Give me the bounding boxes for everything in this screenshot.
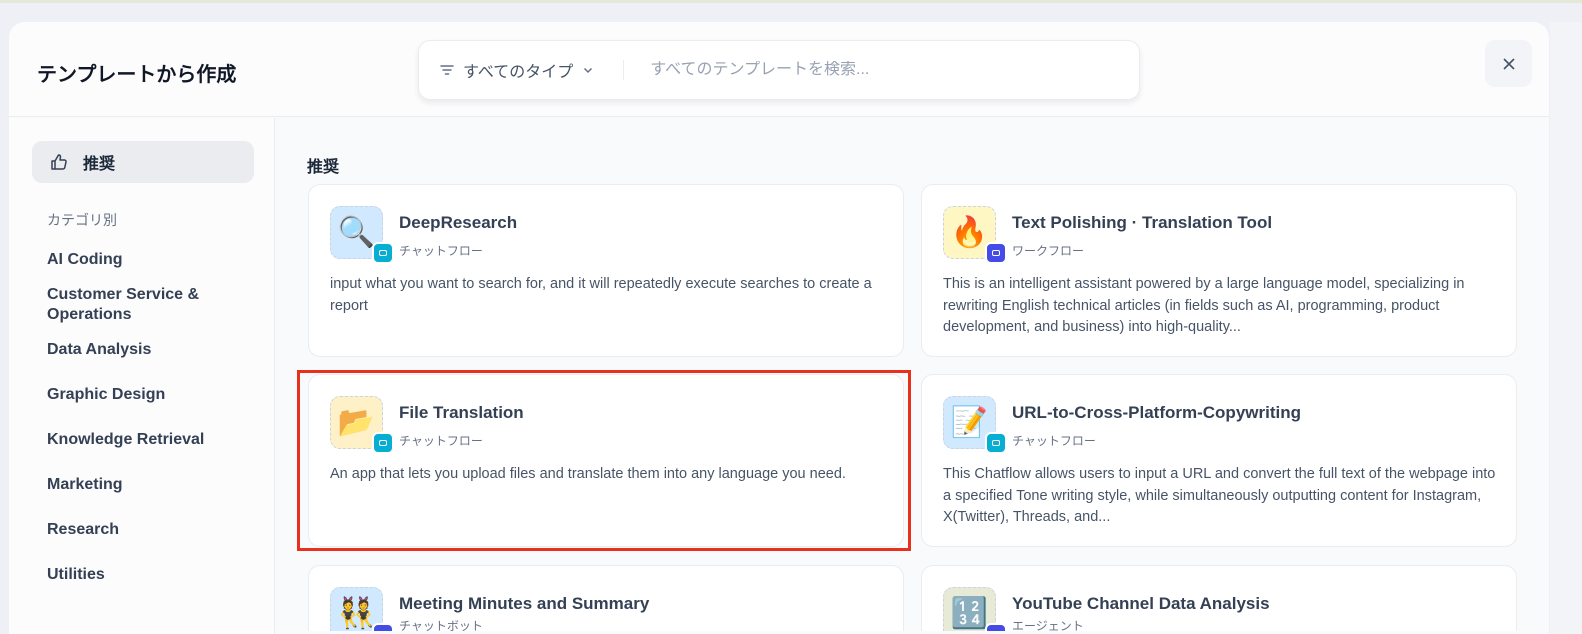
- app-type-badge-icon: [985, 623, 1007, 631]
- app-icon: 🔥: [943, 206, 1007, 264]
- create-from-template-modal: テンプレートから作成 すべてのタイプ 推奨 カテゴリ別 AI Coding Cu…: [9, 22, 1549, 634]
- app-emoji-icon: 🔢: [950, 597, 989, 630]
- sidebar-item-recommended[interactable]: 推奨: [32, 141, 254, 183]
- close-icon: [1502, 57, 1515, 70]
- app-icon: 📝: [943, 396, 1007, 454]
- app-emoji-icon: 🔥: [950, 216, 989, 249]
- template-name: Meeting Minutes and Summary: [399, 594, 650, 613]
- thumbs-up-icon: [51, 154, 67, 170]
- modal-header: テンプレートから作成 すべてのタイプ: [9, 22, 1549, 117]
- type-filter-label: すべてのタイプ: [463, 64, 574, 81]
- template-card[interactable]: 🔢 YouTube Channel Data Analysis エージェント: [921, 565, 1517, 631]
- app-icon: 🔢: [943, 587, 1007, 631]
- template-card[interactable]: 📝 URL-to-Cross-Platform-Copywriting チャット…: [921, 374, 1517, 547]
- scrollbar[interactable]: [1550, 22, 1582, 634]
- template-search-input[interactable]: [650, 61, 1139, 79]
- template-type: チャットフロー: [1012, 434, 1096, 448]
- sidebar-item-knowledge-retrieval[interactable]: Knowledge Retrieval: [47, 430, 247, 450]
- app-icon: 👯: [330, 587, 394, 631]
- close-button[interactable]: [1485, 40, 1532, 87]
- chevron-down-icon: [584, 67, 593, 74]
- template-description: input what you want to search for, and i…: [330, 276, 872, 314]
- sidebar-item-graphic-design[interactable]: Graphic Design: [47, 385, 247, 405]
- app-emoji-icon: 👯: [337, 597, 376, 630]
- filter-icon: [440, 65, 454, 75]
- template-list: 推奨 🔍 DeepResearch チャットフロー input what you …: [276, 118, 1549, 634]
- app-emoji-icon: 🔍: [337, 216, 376, 249]
- template-card[interactable]: 👯 Meeting Minutes and Summary チャットボット: [308, 565, 904, 631]
- app-type-badge-icon: [372, 432, 394, 454]
- app-type-badge-icon: [372, 623, 394, 631]
- template-description: This Chatflow allows users to input a UR…: [943, 466, 1496, 525]
- sidebar-item-utilities[interactable]: Utilities: [47, 565, 247, 585]
- template-type: エージェント: [1012, 619, 1084, 631]
- app-type-badge-icon: [372, 242, 394, 264]
- sidebar-item-research[interactable]: Research: [47, 520, 247, 540]
- template-type: チャットボット: [399, 619, 483, 631]
- divider: [623, 60, 625, 80]
- template-type: チャットフロー: [399, 244, 483, 258]
- modal-title: テンプレートから作成: [37, 64, 237, 86]
- category-sidebar: 推奨 カテゴリ別 AI Coding Customer Service & Op…: [9, 118, 275, 634]
- template-card[interactable]: 📂 File Translation チャットフロー An app that le…: [308, 374, 904, 547]
- app-icon: 🔍: [330, 206, 394, 264]
- app-type-badge-icon: [985, 242, 1007, 264]
- template-type: ワークフロー: [1012, 244, 1085, 258]
- sidebar-item-marketing[interactable]: Marketing: [47, 475, 247, 495]
- template-card[interactable]: 🔍 DeepResearch チャットフロー input what you wan…: [308, 184, 904, 357]
- template-type: チャットフロー: [399, 434, 483, 448]
- search-bar: すべてのタイプ: [418, 40, 1140, 100]
- category-heading: カテゴリ別: [47, 212, 117, 228]
- sidebar-item-customer-service[interactable]: Customer Service & Operations: [47, 285, 247, 325]
- section-title: 推奨: [307, 159, 340, 176]
- template-name: File Translation: [399, 403, 524, 422]
- template-description: An app that lets you upload files and tr…: [330, 466, 846, 482]
- template-name: URL-to-Cross-Platform-Copywriting: [1012, 403, 1301, 422]
- sidebar-item-ai-coding[interactable]: AI Coding: [47, 250, 247, 270]
- type-filter-dropdown[interactable]: すべてのタイプ: [419, 41, 595, 99]
- template-name: YouTube Channel Data Analysis: [1012, 594, 1270, 613]
- app-icon: 📂: [330, 396, 394, 454]
- app-type-badge-icon: [985, 432, 1007, 454]
- sidebar-item-data-analysis[interactable]: Data Analysis: [47, 340, 247, 360]
- sidebar-item-label: 推奨: [83, 156, 116, 173]
- template-name: DeepResearch: [399, 213, 518, 232]
- template-description: This is an intelligent assistant powered…: [943, 276, 1465, 335]
- app-emoji-icon: 📂: [337, 406, 376, 439]
- app-emoji-icon: 📝: [950, 406, 989, 439]
- top-border: [0, 0, 1582, 3]
- template-card[interactable]: 🔥 Text Polishing · Translation Tool ワークフ…: [921, 184, 1517, 357]
- template-name: Text Polishing · Translation Tool: [1012, 213, 1273, 232]
